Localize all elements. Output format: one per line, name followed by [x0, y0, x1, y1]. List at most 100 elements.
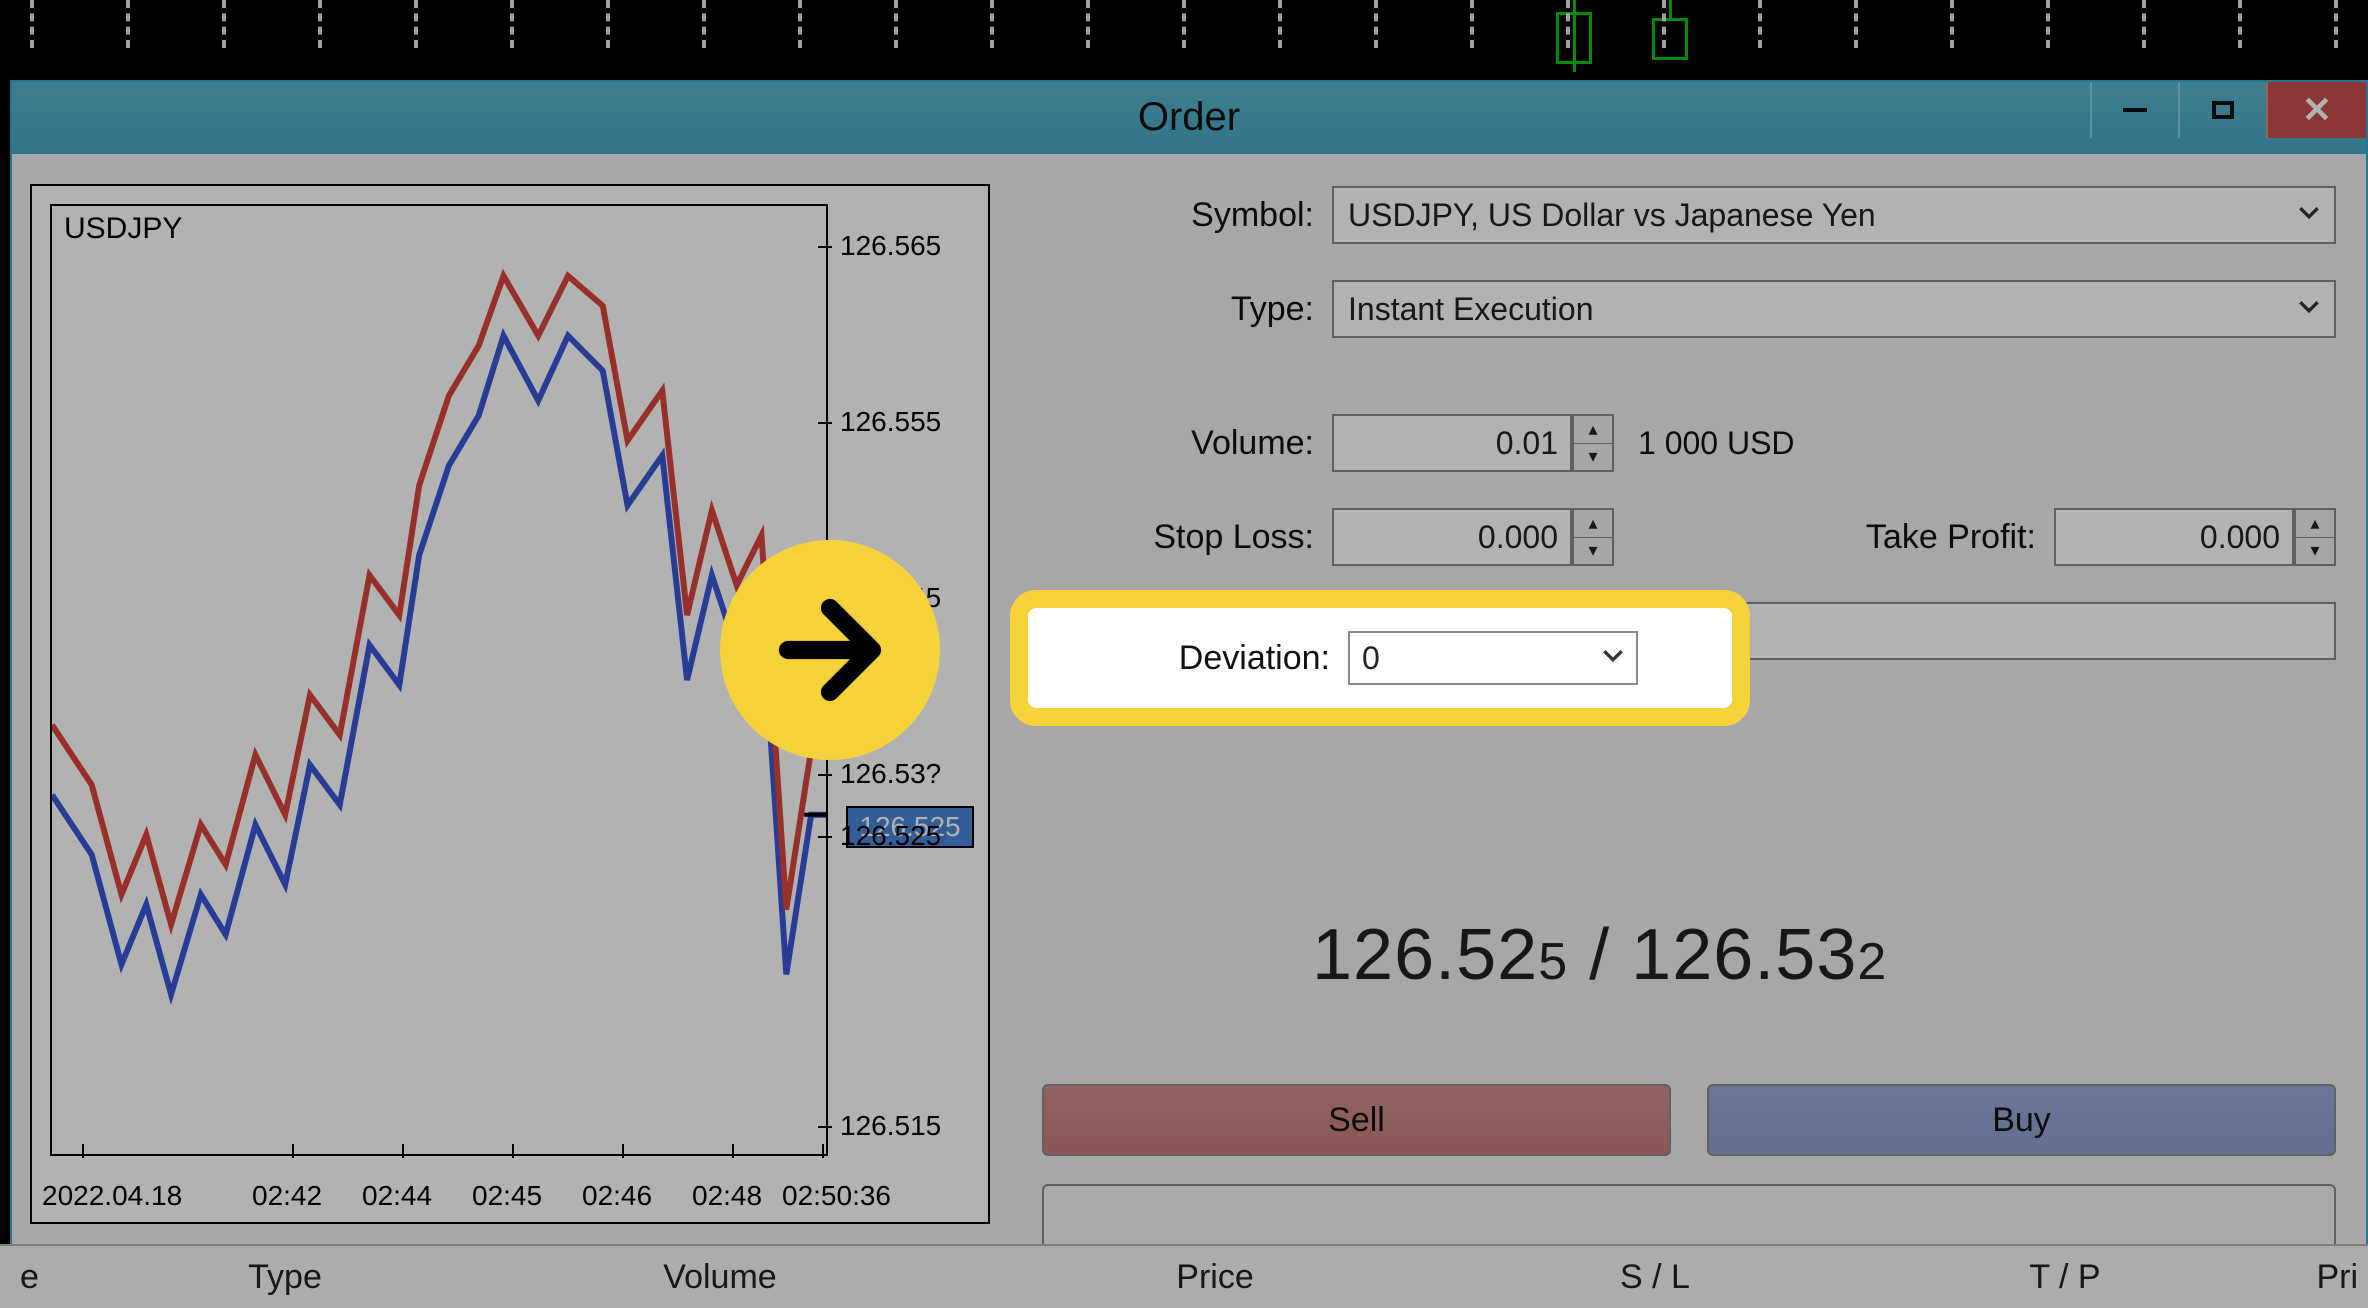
grid-tick — [2238, 0, 2242, 48]
close-icon: ✕ — [2302, 92, 2332, 128]
x-axis-tick-mark — [402, 1144, 404, 1158]
x-axis-tick-label: 2022.04.18 — [42, 1180, 182, 1212]
spinner-up-icon[interactable]: ▴ — [1574, 510, 1612, 538]
grid-tick — [222, 0, 226, 48]
x-axis-tick-mark — [622, 1144, 624, 1158]
window-buttons: ✕ — [2090, 82, 2366, 154]
x-axis-tick-mark — [292, 1144, 294, 1158]
buy-button[interactable]: Buy — [1707, 1084, 2336, 1156]
window-title: Order — [12, 95, 2366, 140]
stop-loss-label: Stop Loss: — [1072, 518, 1332, 557]
stop-loss-spinner[interactable]: ▴▾ — [1572, 508, 1614, 566]
callout-arrow-icon — [720, 540, 940, 760]
stop-loss-input[interactable]: 0.000 — [1332, 508, 1572, 566]
deviation-highlight: Deviation: 0 — [1010, 590, 1750, 726]
grid-tick — [30, 0, 34, 48]
y-axis-tick-label: 126.515 — [840, 1110, 941, 1142]
price-separator: / — [1568, 915, 1631, 995]
spinner-up-icon[interactable]: ▴ — [2296, 510, 2334, 538]
col-price2: Pri — [2260, 1258, 2368, 1297]
type-select-value: Instant Execution — [1348, 291, 1593, 328]
stop-loss-value: 0.000 — [1478, 519, 1558, 556]
grid-tick — [1662, 0, 1666, 48]
y-axis-tick-label: 126.53? — [840, 758, 941, 790]
volume-spinner[interactable]: ▴▾ — [1572, 414, 1614, 472]
take-profit-value: 0.000 — [2200, 519, 2280, 556]
grid-tick — [702, 0, 706, 48]
maximize-button[interactable] — [2178, 82, 2266, 138]
volume-input[interactable]: 0.01 — [1332, 414, 1572, 472]
maximize-icon — [2212, 101, 2234, 119]
grid-tick — [1566, 0, 1570, 48]
x-axis-tick-mark — [512, 1144, 514, 1158]
take-profit-input[interactable]: 0.000 — [2054, 508, 2294, 566]
grid-tick — [510, 0, 514, 48]
minimize-icon — [2123, 108, 2147, 112]
y-axis-tick-mark — [818, 246, 832, 248]
symbol-label: Symbol: — [1072, 196, 1332, 235]
spinner-down-icon[interactable]: ▾ — [1574, 444, 1612, 471]
col-tp: T / P — [1870, 1258, 2260, 1297]
x-axis-tick-label: 02:44 — [362, 1180, 432, 1212]
col-type: Type — [120, 1258, 450, 1297]
close-button[interactable]: ✕ — [2266, 82, 2366, 138]
y-axis-tick-mark — [818, 774, 832, 776]
x-axis-tick-mark — [732, 1144, 734, 1158]
candlestick-body — [1556, 12, 1592, 64]
candlestick-wick — [1669, 0, 1672, 20]
volume-label: Volume: — [1072, 424, 1332, 463]
title-bar[interactable]: Order ✕ — [12, 82, 2366, 154]
chart-lines — [52, 206, 826, 1154]
grid-tick — [1086, 0, 1090, 48]
volume-value: 0.01 — [1496, 425, 1558, 462]
chevron-down-icon — [1600, 640, 1626, 677]
deviation-select[interactable]: 0 — [1348, 631, 1638, 685]
deviation-value: 0 — [1362, 640, 1380, 677]
positions-table-header: e Type Volume Price S / L T / P Pri — [0, 1244, 2368, 1308]
grid-tick — [2334, 0, 2338, 48]
grid-tick — [1758, 0, 1762, 48]
grid-tick — [798, 0, 802, 48]
type-label: Type: — [1072, 290, 1332, 329]
col-time: e — [0, 1258, 120, 1297]
col-price: Price — [990, 1258, 1440, 1297]
bid-ask-prices: 126.525 / 126.532 — [1312, 914, 1887, 996]
spinner-down-icon[interactable]: ▾ — [1574, 538, 1612, 565]
x-axis-tick-label: 02:42 — [252, 1180, 322, 1212]
ask-price-sub: 2 — [1857, 933, 1887, 991]
grid-tick — [1278, 0, 1282, 48]
spinner-down-icon[interactable]: ▾ — [2296, 538, 2334, 565]
sell-button[interactable]: Sell — [1042, 1084, 1671, 1156]
symbol-select[interactable]: USDJPY, US Dollar vs Japanese Yen — [1332, 186, 2336, 244]
chevron-down-icon — [2296, 197, 2322, 234]
volume-currency: 1 000 USD — [1638, 425, 1795, 462]
grid-tick — [2142, 0, 2146, 48]
grid-tick — [1374, 0, 1378, 48]
background-chart-strip — [0, 0, 2368, 80]
grid-tick — [606, 0, 610, 48]
ask-price-main: 126.53 — [1631, 915, 1857, 995]
buy-button-label: Buy — [1992, 1101, 2051, 1140]
minimize-button[interactable] — [2090, 82, 2178, 138]
grid-tick — [414, 0, 418, 48]
grid-tick — [1854, 0, 1858, 48]
grid-tick — [1950, 0, 1954, 48]
type-select[interactable]: Instant Execution — [1332, 280, 2336, 338]
order-buttons: Sell Buy — [1042, 1084, 2336, 1156]
spinner-up-icon[interactable]: ▴ — [1574, 416, 1612, 444]
grid-tick — [126, 0, 130, 48]
deviation-label: Deviation: — [1088, 639, 1348, 678]
col-volume: Volume — [450, 1258, 990, 1297]
y-axis-tick-label: 126.525 — [840, 820, 941, 852]
grid-tick — [1470, 0, 1474, 48]
grid-tick — [990, 0, 994, 48]
x-axis-tick-mark — [822, 1144, 824, 1158]
col-sl: S / L — [1440, 1258, 1870, 1297]
bid-price-sub: 5 — [1538, 933, 1568, 991]
x-axis-tick-label: 02:50:36 — [782, 1180, 891, 1212]
y-axis-tick-mark — [818, 422, 832, 424]
symbol-select-value: USDJPY, US Dollar vs Japanese Yen — [1348, 197, 1876, 234]
take-profit-spinner[interactable]: ▴▾ — [2294, 508, 2336, 566]
candlestick-body — [1652, 18, 1688, 60]
y-axis-tick-mark — [818, 1126, 832, 1128]
